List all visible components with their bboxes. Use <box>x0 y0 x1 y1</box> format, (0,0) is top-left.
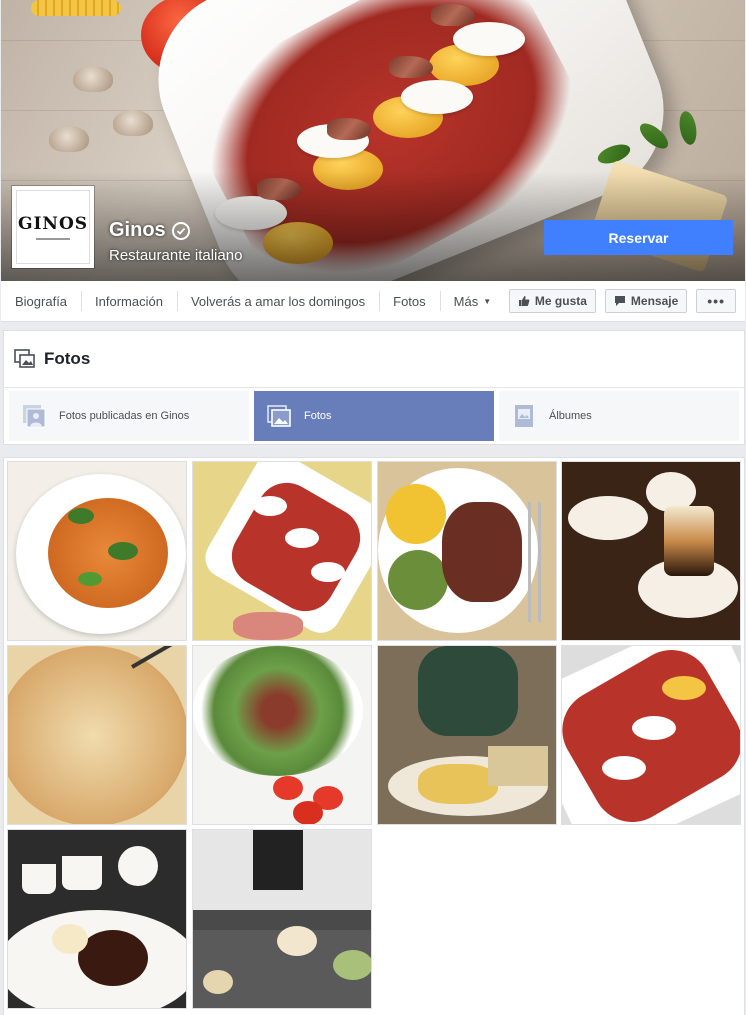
photo-thumbnail[interactable] <box>7 461 187 641</box>
photo-thumbnail[interactable] <box>192 645 372 825</box>
photos-subtabs: Fotos publicadas en Ginos Fotos Álbumes <box>3 387 745 445</box>
nav-fotos[interactable]: Fotos <box>379 281 440 321</box>
message-icon <box>614 296 625 306</box>
photos-title: Fotos <box>44 349 91 368</box>
corn-decoration <box>31 0 121 16</box>
page-navbar: Biografía Información Volverás a amar lo… <box>1 281 745 322</box>
album-icon <box>511 403 537 429</box>
nav-informacion[interactable]: Información <box>81 281 177 321</box>
nav-biografia[interactable]: Biografía <box>1 281 81 321</box>
logo-text: GINOS <box>17 214 89 234</box>
page-title[interactable]: Ginos <box>109 219 190 242</box>
nav-mas-label: Más <box>453 293 479 309</box>
photos-section-header: Fotos <box>3 330 745 387</box>
photo-thumbnail[interactable] <box>7 829 187 1009</box>
photo-thumbnail[interactable] <box>192 829 372 1009</box>
photo-thumbnail[interactable] <box>7 645 187 825</box>
photo-thumbnail[interactable] <box>192 461 372 641</box>
photos-stack-icon <box>21 403 47 429</box>
photos-icon <box>14 349 35 368</box>
tab-albumes[interactable]: Álbumes <box>499 391 739 441</box>
tab-label: Fotos <box>304 410 332 422</box>
nav-mas[interactable]: Más ▼ <box>439 281 505 321</box>
photo-grid <box>3 457 745 1015</box>
profile-picture[interactable]: GINOS <box>12 186 94 268</box>
thumbs-up-icon <box>518 296 530 306</box>
photo-icon <box>266 403 292 429</box>
mushroom-decoration <box>49 126 89 152</box>
verified-badge-icon <box>171 221 190 240</box>
chevron-down-icon: ▼ <box>483 296 492 306</box>
more-options-button[interactable]: ••• <box>696 289 736 313</box>
tab-label: Álbumes <box>549 410 592 422</box>
message-button[interactable]: Mensaje <box>604 289 688 313</box>
mushroom-decoration <box>73 66 113 92</box>
tab-fotos-publicadas[interactable]: Fotos publicadas en Ginos <box>9 391 249 441</box>
tab-label: Fotos publicadas en Ginos <box>59 410 190 422</box>
photo-thumbnail[interactable] <box>561 645 741 825</box>
message-label: Mensaje <box>630 294 679 308</box>
photo-thumbnail[interactable] <box>377 461 557 641</box>
photo-thumbnail[interactable] <box>377 645 557 825</box>
page-category: Restaurante italiano <box>109 247 243 264</box>
page-name-text: Ginos <box>109 219 166 241</box>
like-label: Me gusta <box>534 294 587 308</box>
tab-fotos[interactable]: Fotos <box>254 391 494 441</box>
photo-thumbnail[interactable] <box>561 461 741 641</box>
reserve-button[interactable]: Reservar <box>544 220 733 255</box>
mushroom-decoration <box>113 110 153 136</box>
nav-volveras[interactable]: Volverás a amar los domingos <box>176 281 379 321</box>
like-button[interactable]: Me gusta <box>508 289 596 313</box>
